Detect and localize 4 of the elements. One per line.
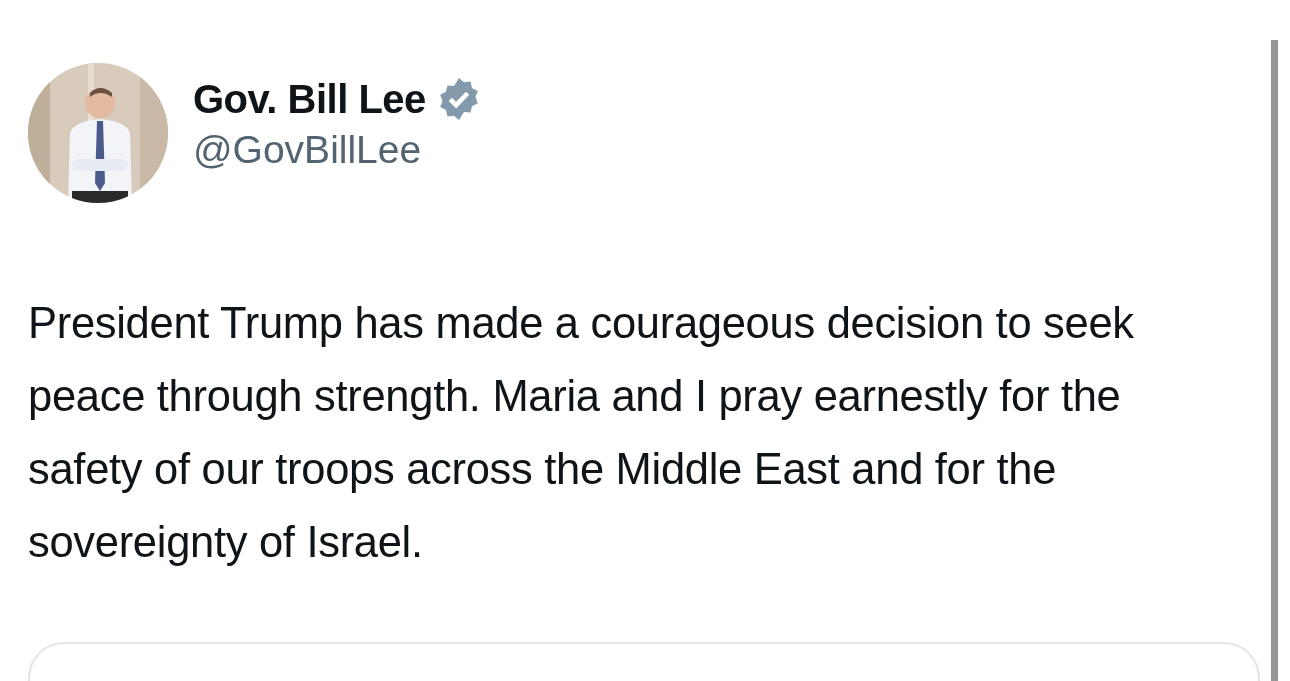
author-handle[interactable]: @GovBillLee [193, 128, 482, 172]
post-text: President Trump has made a courageous decision to seek peace through strength. Maria and I pray earnestly for the safety of our troops across the Middle East and for the sovereignty of Israel. [28, 298, 1135, 568]
author-name[interactable]: Gov. Bill Lee [193, 76, 426, 122]
scrollbar[interactable] [1271, 40, 1278, 681]
